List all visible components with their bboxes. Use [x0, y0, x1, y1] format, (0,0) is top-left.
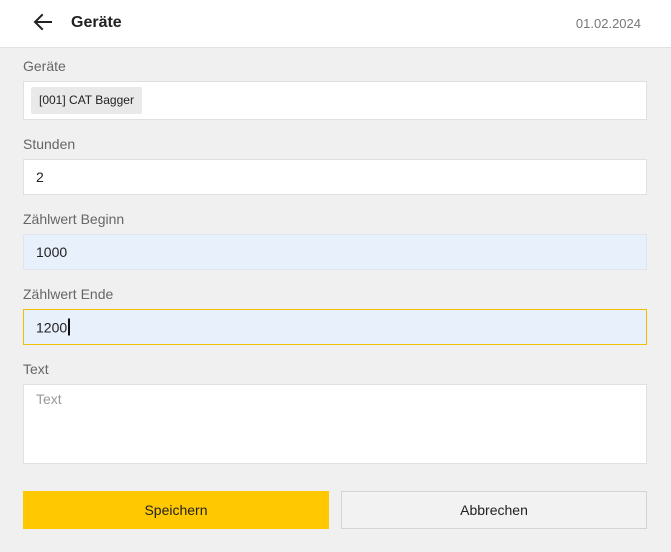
- text-area[interactable]: Text: [23, 384, 647, 464]
- cancel-button[interactable]: Abbrechen: [341, 491, 647, 529]
- counter-start-value: 1000: [36, 244, 68, 260]
- page-title: Geräte: [71, 14, 122, 31]
- counter-end-label: Zählwert Ende: [23, 286, 114, 302]
- back-button[interactable]: [28, 10, 58, 38]
- header-date: 01.02.2024: [575, 16, 641, 31]
- app-header: Geräte 01.02.2024: [0, 0, 671, 48]
- devices-label: Geräte: [23, 58, 66, 74]
- save-button[interactable]: Speichern: [23, 491, 329, 529]
- counter-end-content: 1200: [36, 318, 71, 336]
- counter-start-input[interactable]: 1000: [23, 234, 647, 270]
- hours-value: 2: [36, 169, 44, 185]
- counter-start-label: Zählwert Beginn: [23, 211, 125, 227]
- hours-input[interactable]: 2: [23, 159, 647, 195]
- counter-end-input[interactable]: 1200: [23, 309, 647, 345]
- text-area-placeholder: Text: [36, 391, 62, 407]
- device-chip[interactable]: [001] CAT Bagger: [31, 87, 142, 114]
- counter-end-value: 1200: [36, 319, 68, 336]
- arrow-left-icon: [33, 13, 53, 36]
- text-label: Text: [23, 361, 49, 377]
- hours-label: Stunden: [23, 136, 76, 152]
- devices-field[interactable]: [001] CAT Bagger: [23, 81, 647, 120]
- text-cursor: [68, 318, 71, 336]
